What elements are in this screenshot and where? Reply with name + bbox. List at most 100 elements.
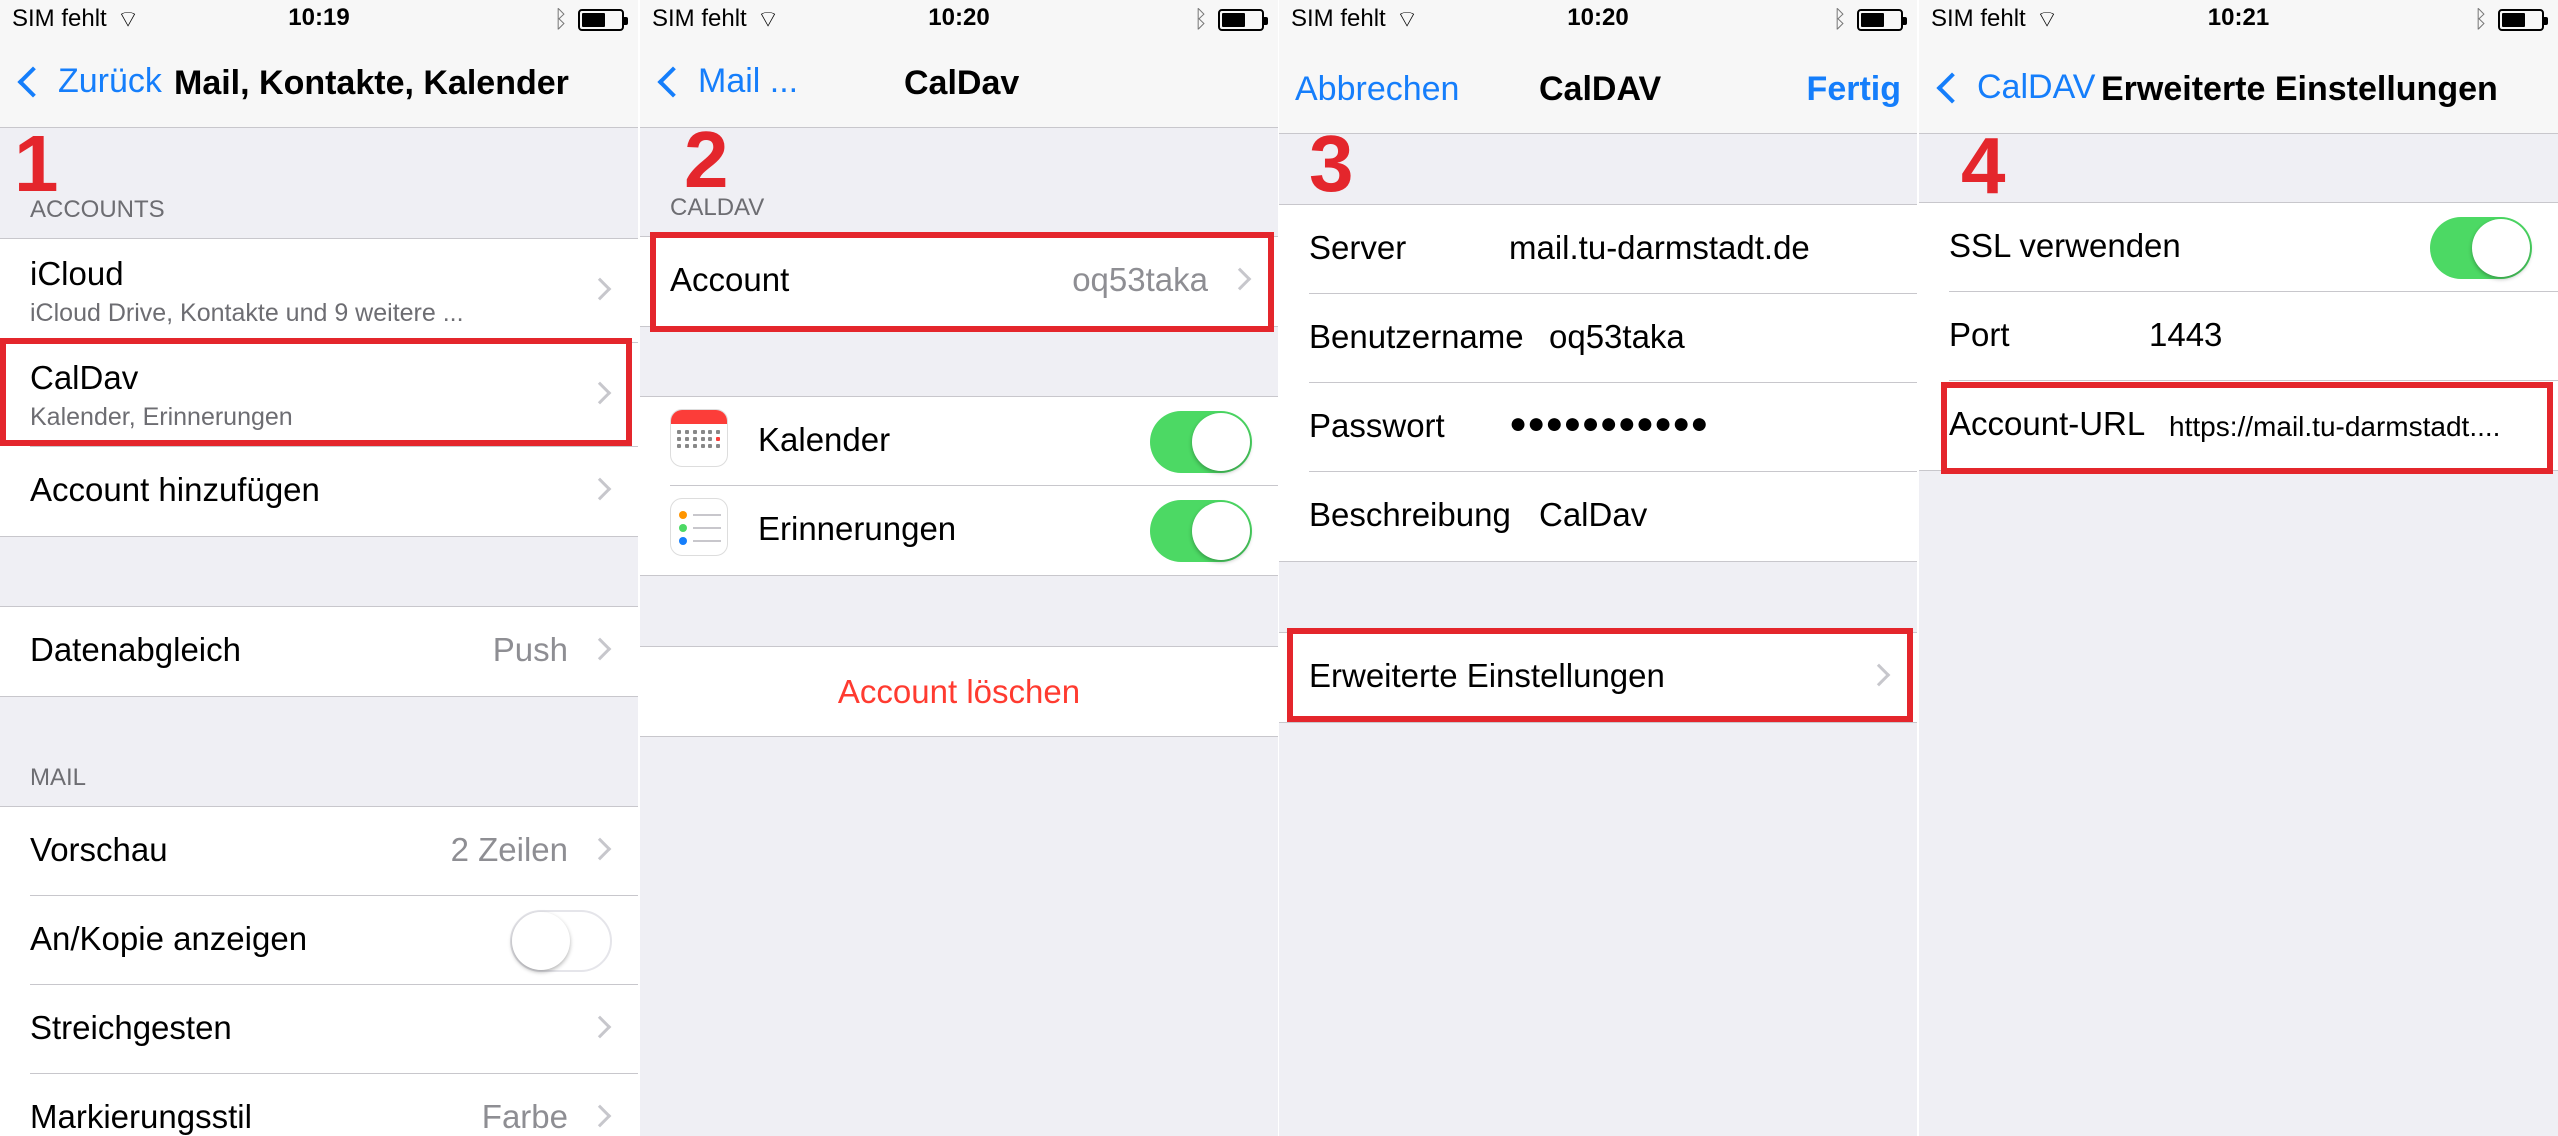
row-value: Push bbox=[492, 631, 568, 668]
back-button[interactable]: Mail ... bbox=[654, 62, 798, 101]
row-label: An/Kopie anzeigen bbox=[30, 920, 308, 957]
password-field[interactable]: ●●●●●●●●●●● bbox=[1509, 407, 1708, 441]
server-row: Server mail.tu-darmstadt.de bbox=[1309, 205, 1917, 294]
battery-icon bbox=[1857, 9, 1907, 31]
step-number: 2 bbox=[684, 115, 729, 204]
bluetooth-icon: ᛒ bbox=[1832, 6, 1847, 33]
fetch-group: Datenabgleich Push bbox=[0, 606, 638, 697]
battery-icon bbox=[1218, 9, 1268, 31]
status-time: 10:19 bbox=[288, 4, 350, 31]
delete-account-button[interactable]: Account löschen bbox=[640, 647, 1278, 736]
battery-icon bbox=[578, 9, 628, 31]
credentials-form: Server mail.tu-darmstadt.de Benutzername… bbox=[1279, 204, 1917, 562]
back-label: Zurück bbox=[58, 62, 162, 100]
accounts-header: ACCOUNTS bbox=[30, 196, 165, 223]
nav-bar: Abbrechen CalDAV Fertig bbox=[1279, 40, 1917, 134]
nav-bar: Zurück Mail, Kontakte, Kalender bbox=[0, 40, 638, 128]
services-list: Kalender Erinnerungen bbox=[640, 396, 1278, 576]
panel-caldav-account: SIM fehlt ⌔ 10:20 ᛒ Mail ... CalDav 2 CAL… bbox=[640, 0, 1278, 1136]
chevron-right-icon bbox=[588, 1104, 612, 1128]
status-time: 10:20 bbox=[1567, 4, 1629, 31]
highlight-box bbox=[1287, 628, 1913, 722]
mail-settings-list: Vorschau 2 Zeilen An/Kopie anzeigen Stre… bbox=[0, 806, 638, 1136]
status-bar: SIM fehlt ⌔ 10:21 ᛒ bbox=[1919, 0, 2558, 40]
swipe-options-row[interactable]: Streichgesten bbox=[30, 985, 638, 1074]
reminders-service-row: Erinnerungen bbox=[670, 486, 1278, 575]
row-label: Streichgesten bbox=[30, 1009, 232, 1046]
row-label: Passwort bbox=[1309, 407, 1445, 444]
page-title: Mail, Kontakte, Kalender bbox=[174, 64, 569, 102]
bluetooth-icon: ᛒ bbox=[1193, 6, 1208, 33]
calendar-toggle[interactable] bbox=[1150, 411, 1252, 473]
add-account-row[interactable]: Account hinzufügen bbox=[30, 447, 638, 536]
page-title: CalDAV bbox=[1539, 70, 1662, 108]
status-bar: SIM fehlt ⌔ 10:19 ᛒ bbox=[0, 0, 638, 40]
mail-header: MAIL bbox=[30, 764, 87, 791]
back-button[interactable]: CalDAV bbox=[1933, 68, 2095, 107]
chevron-right-icon bbox=[588, 477, 612, 501]
status-bar: SIM fehlt ⌔ 10:20 ᛒ bbox=[640, 0, 1278, 40]
ssl-toggle[interactable] bbox=[2430, 217, 2532, 279]
preview-row[interactable]: Vorschau 2 Zeilen bbox=[30, 807, 638, 896]
calendar-app-icon bbox=[670, 409, 728, 467]
show-to-cc-row: An/Kopie anzeigen bbox=[30, 896, 638, 985]
back-label: Mail ... bbox=[698, 62, 799, 100]
description-field[interactable]: CalDav bbox=[1539, 496, 1647, 534]
highlight-box bbox=[1941, 382, 2553, 474]
reminders-app-icon bbox=[670, 498, 728, 556]
username-row: Benutzername oq53taka bbox=[1309, 294, 1917, 383]
chevron-right-icon bbox=[588, 277, 612, 301]
caldav-header: CALDAV bbox=[670, 194, 765, 221]
row-value: Farbe bbox=[481, 1098, 568, 1135]
server-field[interactable]: mail.tu-darmstadt.de bbox=[1509, 229, 1810, 267]
nav-bar: CalDAV Erweiterte Einstellungen bbox=[1919, 40, 2558, 134]
step-number: 1 bbox=[14, 119, 59, 208]
port-row: Port 1443 bbox=[1949, 292, 2558, 381]
back-label: CalDAV bbox=[1977, 68, 2096, 106]
cancel-button[interactable]: Abbrechen bbox=[1295, 70, 1459, 109]
row-label: Datenabgleich bbox=[30, 631, 241, 668]
chevron-left-icon bbox=[657, 65, 689, 98]
row-label: Beschreibung bbox=[1309, 496, 1511, 533]
description-row: Beschreibung CalDav bbox=[1309, 472, 1917, 561]
calendar-service-row: Kalender bbox=[670, 397, 1278, 486]
row-label: Markierungsstil bbox=[30, 1098, 252, 1135]
panel-caldav-edit: SIM fehlt ⌔ 10:20 ᛒ Abbrechen CalDAV Fert… bbox=[1279, 0, 1917, 1136]
row-label: Account hinzufügen bbox=[30, 471, 320, 508]
highlight-box bbox=[650, 232, 1274, 332]
chevron-left-icon bbox=[17, 65, 49, 98]
row-value: 2 Zeilen bbox=[450, 831, 568, 868]
row-label: Port bbox=[1949, 316, 2010, 353]
panel-mail-contacts-calendar: SIM fehlt ⌔ 10:19 ᛒ Zurück Mail, Kontakte… bbox=[0, 0, 638, 1136]
account-row-icloud[interactable]: iCloud iCloud Drive, Kontakte und 9 weit… bbox=[30, 239, 638, 343]
row-label: Erinnerungen bbox=[758, 510, 957, 547]
row-label: Server bbox=[1309, 229, 1407, 266]
row-label: iCloud bbox=[30, 255, 124, 292]
bluetooth-icon: ᛒ bbox=[553, 6, 568, 33]
row-label: SSL verwenden bbox=[1949, 227, 2181, 264]
row-label: Benutzername bbox=[1309, 318, 1524, 355]
username-field[interactable]: oq53taka bbox=[1549, 318, 1685, 356]
bluetooth-icon: ᛒ bbox=[2473, 6, 2488, 33]
chevron-left-icon bbox=[1936, 71, 1968, 104]
step-number: 3 bbox=[1309, 119, 1354, 208]
nav-bar: Mail ... CalDav bbox=[640, 40, 1278, 128]
fetch-row[interactable]: Datenabgleich Push bbox=[30, 607, 638, 696]
password-row: Passwort ●●●●●●●●●●● bbox=[1309, 383, 1917, 472]
battery-icon bbox=[2498, 9, 2548, 31]
done-button[interactable]: Fertig bbox=[1807, 70, 1901, 109]
row-label: Vorschau bbox=[30, 831, 168, 868]
chevron-right-icon bbox=[588, 837, 612, 861]
row-label: Kalender bbox=[758, 421, 891, 458]
flag-style-row[interactable]: Markierungsstil Farbe bbox=[30, 1074, 638, 1136]
reminders-toggle[interactable] bbox=[1150, 500, 1252, 562]
status-bar: SIM fehlt ⌔ 10:20 ᛒ bbox=[1279, 0, 1917, 40]
chevron-right-icon bbox=[588, 637, 612, 661]
show-to-cc-toggle[interactable] bbox=[510, 910, 612, 972]
row-subtitle: iCloud Drive, Kontakte und 9 weitere ... bbox=[30, 299, 464, 327]
status-time: 10:20 bbox=[928, 4, 990, 31]
port-field[interactable]: 1443 bbox=[2149, 316, 2222, 354]
highlight-box bbox=[0, 338, 632, 446]
ssl-row: SSL verwenden bbox=[1949, 203, 2558, 292]
back-button[interactable]: Zurück bbox=[14, 62, 162, 101]
